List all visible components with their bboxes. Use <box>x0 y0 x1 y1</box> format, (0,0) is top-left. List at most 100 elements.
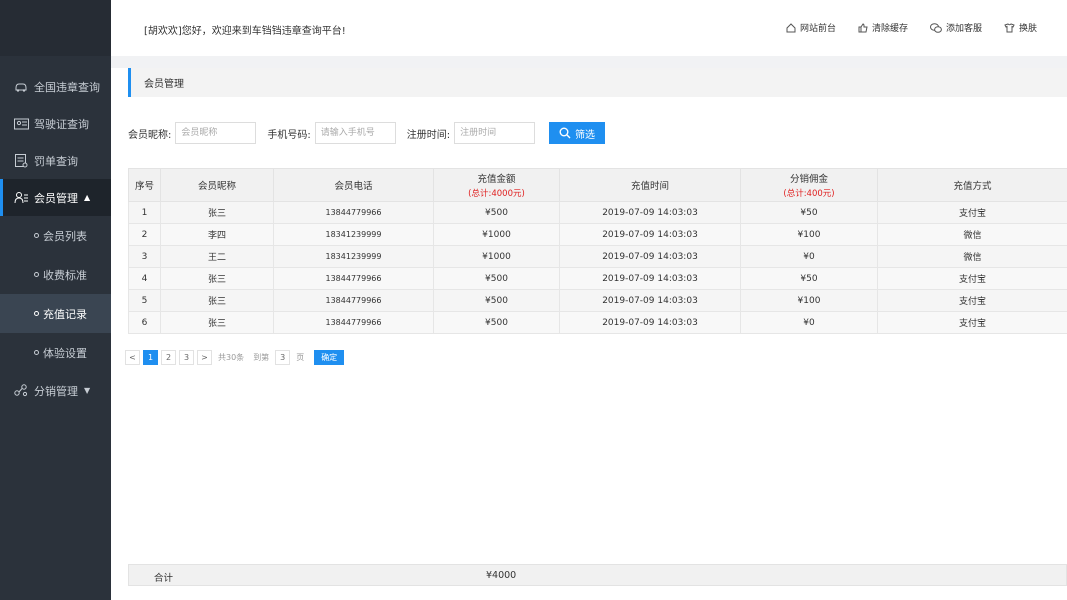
cell-time: 2019-07-09 14:03:03 <box>559 201 741 224</box>
sidebar-item-label: 全国违章查询 <box>34 80 100 94</box>
sidebar-item-label: 分销管理 <box>34 384 78 398</box>
site-front-button[interactable]: 网站前台 <box>786 21 836 34</box>
total-count: 共30条 <box>218 353 245 362</box>
sidebar-subitem-fee-standard[interactable]: 收费标准 <box>0 255 111 294</box>
nickname-input[interactable] <box>175 122 257 144</box>
phone-label: 手机号码: <box>267 129 311 141</box>
header-phone: 会员电话 <box>273 168 434 202</box>
cell-time: 2019-07-09 14:03:03 <box>559 223 741 246</box>
cell-amount: ¥500 <box>433 201 560 224</box>
sidebar-subitem-label: 收费标准 <box>43 268 87 282</box>
page-1-button[interactable]: 1 <box>143 350 158 365</box>
total-bar: 合计 ¥4000 <box>128 564 1067 586</box>
header-index: 序号 <box>128 168 161 202</box>
header-commission: 分销佣金 (总计:400元) <box>740 168 878 202</box>
table-row: 6 张三 13844779966 ¥500 2019-07-09 14:03:03 ¥0 支… <box>128 311 1067 334</box>
cell-index: 1 <box>128 201 161 224</box>
table-row: 4 张三 13844779966 ¥500 2019-07-09 14:03:03 ¥50… <box>128 267 1067 290</box>
header-separator <box>111 56 1067 68</box>
next-page-button[interactable]: > <box>197 350 212 365</box>
add-service-label: 添加客服 <box>945 24 982 34</box>
change-skin-label: 换肤 <box>1018 24 1037 34</box>
cell-method: 支付宝 <box>877 267 1067 290</box>
welcome-message: [胡欢欢]您好，欢迎来到车铛铛违章查询平台! <box>144 26 346 37</box>
cell-phone: 18341239999 <box>273 223 434 246</box>
cell-nickname: 张三 <box>160 201 274 224</box>
sidebar-item-distribution-management[interactable]: 分销管理 ▼ <box>0 372 111 409</box>
page-unit-label: 页 <box>296 353 305 362</box>
sidebar-nav: 全国违章查询 驾驶证查询 罚单查询 会员管理 ▲ 会员列表 收费标准 充值记录 … <box>0 68 111 409</box>
sidebar-subitem-member-list[interactable]: 会员列表 <box>0 216 111 255</box>
goto-confirm-button[interactable]: 确定 <box>314 350 345 365</box>
cell-phone: 13844779966 <box>273 311 434 334</box>
cell-method: 支付宝 <box>877 289 1067 312</box>
clear-cache-label: 清除缓存 <box>871 24 908 34</box>
cell-method: 微信 <box>877 223 1067 246</box>
goto-page-input[interactable] <box>275 350 291 365</box>
sidebar-subitem-recharge-records[interactable]: 充值记录 <box>0 294 111 333</box>
cell-commission: ¥50 <box>740 267 878 290</box>
cell-index: 6 <box>128 311 161 334</box>
change-skin-button[interactable]: 换肤 <box>1004 21 1037 34</box>
header-amount-label: 充值金额 <box>477 174 516 185</box>
page-title: 会员管理 <box>128 68 1067 97</box>
header-method: 充值方式 <box>877 168 1067 202</box>
cell-index: 4 <box>128 267 161 290</box>
register-time-label: 注册时间: <box>406 129 451 141</box>
cell-nickname: 李四 <box>160 223 274 246</box>
sidebar-item-ticket-query[interactable]: 罚单查询 <box>0 142 111 179</box>
cell-method: 微信 <box>877 245 1067 268</box>
table-row: 3 王二 18341239999 ¥1000 2019-07-09 14:03:03 ¥0… <box>128 245 1067 268</box>
circle-bullet-icon <box>34 311 39 316</box>
id-card-icon <box>12 116 30 132</box>
caret-down-icon: ▼ <box>84 386 91 395</box>
header-actions: 网站前台 清除缓存 添加客服 换肤 <box>786 21 1037 34</box>
cell-time: 2019-07-09 14:03:03 <box>559 289 741 312</box>
circle-bullet-icon <box>34 272 39 277</box>
table-row: 2 李四 18341239999 ¥1000 2019-07-09 14:03:03 ¥1… <box>128 223 1067 246</box>
amount-total: (总计:4000元) <box>468 189 525 199</box>
filter-button[interactable]: 筛选 <box>549 122 605 144</box>
cell-nickname: 张三 <box>160 311 274 334</box>
cell-amount: ¥500 <box>433 311 560 334</box>
circle-bullet-icon <box>34 350 39 355</box>
site-front-label: 网站前台 <box>799 24 836 34</box>
phone-input[interactable] <box>314 122 396 144</box>
sidebar-subitem-label: 体验设置 <box>43 346 87 360</box>
clear-cache-button[interactable]: 清除缓存 <box>858 21 908 34</box>
page-3-button[interactable]: 3 <box>179 350 194 365</box>
sidebar: 全国违章查询 驾驶证查询 罚单查询 会员管理 ▲ 会员列表 收费标准 充值记录 … <box>0 0 111 600</box>
caret-up-icon: ▲ <box>84 193 91 202</box>
recharge-table: 序号 会员昵称 会员电话 充值金额 (总计:4000元) 充值时间 分销佣金 (… <box>128 168 1067 334</box>
sidebar-item-member-management[interactable]: 会员管理 ▲ <box>0 179 111 216</box>
cell-time: 2019-07-09 14:03:03 <box>559 267 741 290</box>
filter-bar: 会员昵称: 手机号码: 注册时间: <box>128 122 546 144</box>
cell-commission: ¥0 <box>740 245 878 268</box>
search-icon <box>559 127 571 139</box>
cell-amount: ¥500 <box>433 289 560 312</box>
filter-button-label: 筛选 <box>575 129 595 141</box>
cell-commission: ¥100 <box>740 223 878 246</box>
cell-nickname: 张三 <box>160 289 274 312</box>
cell-phone: 13844779966 <box>273 201 434 224</box>
sidebar-subitem-trial-settings[interactable]: 体验设置 <box>0 333 111 372</box>
cell-nickname: 王二 <box>160 245 274 268</box>
prev-page-button[interactable]: < <box>125 350 140 365</box>
cell-time: 2019-07-09 14:03:03 <box>559 245 741 268</box>
cell-amount: ¥1000 <box>433 223 560 246</box>
table-header-row: 序号 会员昵称 会员电话 充值金额 (总计:4000元) 充值时间 分销佣金 (… <box>128 168 1067 202</box>
sidebar-item-violation-query[interactable]: 全国违章查询 <box>0 68 111 105</box>
sidebar-subitem-label: 会员列表 <box>43 229 87 243</box>
table-row: 5 张三 13844779966 ¥500 2019-07-09 14:03:03 ¥10… <box>128 289 1067 312</box>
header-amount: 充值金额 (总计:4000元) <box>433 168 560 202</box>
sidebar-item-label: 罚单查询 <box>34 154 78 168</box>
cell-amount: ¥500 <box>433 267 560 290</box>
page-2-button[interactable]: 2 <box>161 350 176 365</box>
header-nickname: 会员昵称 <box>160 168 274 202</box>
register-time-input[interactable] <box>454 122 536 144</box>
sidebar-subitem-label: 充值记录 <box>43 307 87 321</box>
car-icon <box>12 79 30 95</box>
sidebar-item-license-query[interactable]: 驾驶证查询 <box>0 105 111 142</box>
cell-phone: 13844779966 <box>273 289 434 312</box>
add-service-button[interactable]: 添加客服 <box>929 21 982 34</box>
